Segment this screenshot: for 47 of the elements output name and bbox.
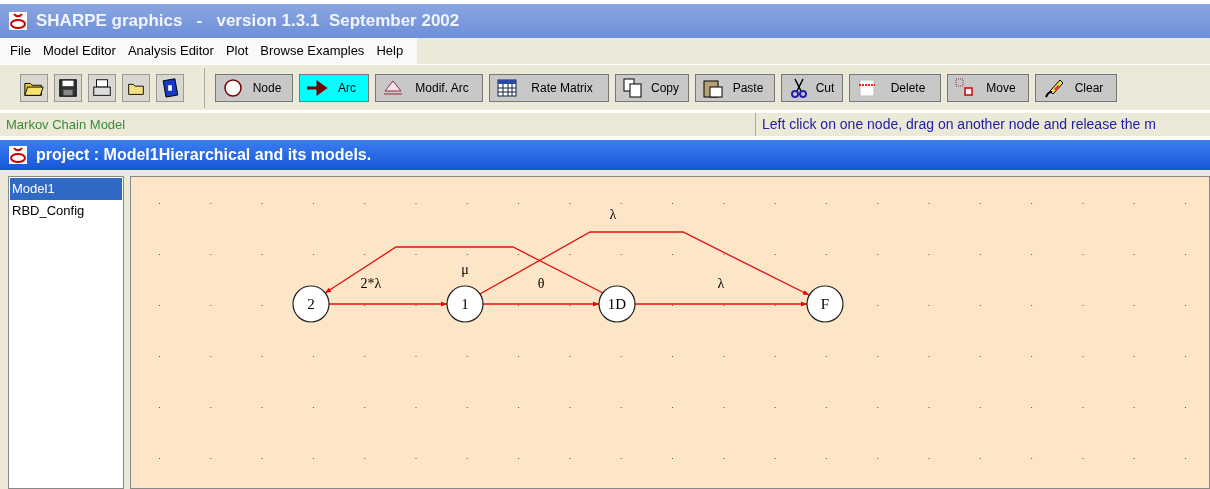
model-list-item[interactable]: RBD_Config [10,199,122,221]
menu-item[interactable]: Help [370,38,410,64]
save-icon [57,76,79,99]
app-icon [8,11,28,31]
hint-text: Left click on one node, drag on another node and release the m [762,115,1156,134]
move-icon [954,76,976,99]
menu-item[interactable]: Analysis Editor [121,38,220,64]
tool-button[interactable]: Clear [1035,73,1117,102]
folder-button[interactable] [122,73,150,102]
menu-item[interactable]: File [4,38,37,64]
printer-button[interactable] [88,73,116,102]
grid-icon [496,76,518,99]
circle-icon [222,76,244,99]
save-button[interactable] [54,73,82,102]
open-folder-button[interactable] [20,73,48,102]
window-title: SHARPE graphics - version 1.3.1 September 2002 [36,10,460,33]
state-node[interactable]: F [806,285,844,323]
tool-button[interactable]: Node [215,73,293,102]
delete-icon [856,76,878,99]
arc-label: μ [461,262,469,277]
arc-label: 2*λ [360,276,382,291]
help-book-button[interactable] [156,73,184,102]
tool-button[interactable]: Paste [695,73,775,102]
model-type-label: Markov Chain Model [6,115,126,134]
arc-label: λ [717,276,725,291]
tool-button[interactable]: Cut [781,73,843,102]
copy-icon [622,76,644,99]
tool-button[interactable]: Move [947,73,1029,102]
state-node[interactable]: 1 [446,285,484,323]
state-node[interactable]: 1D [598,285,636,323]
tool-button[interactable]: Copy [615,73,689,102]
project-title: project : Model1Hierarchical and its models. [36,145,372,165]
help-book-icon [159,76,181,99]
model-list-item[interactable]: Model1 [10,178,122,200]
printer-icon [91,76,113,99]
state-node[interactable]: 2 [292,285,330,323]
tool-button[interactable]: Arc [299,73,369,102]
menu-item[interactable]: Model Editor [36,38,122,64]
tool-button[interactable]: Delete [849,73,941,102]
app-icon [8,145,28,165]
tool-button[interactable]: Modif. Arc [375,73,483,102]
menu-item[interactable]: Browse Examples [254,38,371,64]
scissors-icon [788,76,810,99]
menu-item[interactable]: Plot [219,38,255,64]
arc-label: θ [537,276,545,291]
arc-label: λ [609,207,617,222]
tool-button[interactable]: Rate Matrix [489,73,609,102]
